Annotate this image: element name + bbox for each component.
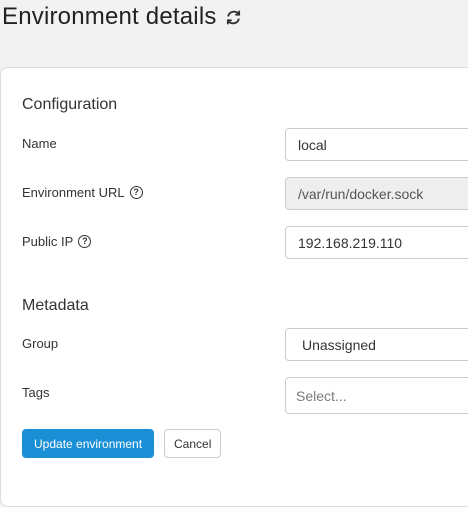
tags-select[interactable]: Select... — [285, 377, 468, 414]
group-select[interactable]: Unassigned — [285, 328, 468, 361]
environment-details-card: Configuration Name local Environment URL… — [0, 67, 468, 507]
environment-url-value: /var/run/docker.sock — [298, 185, 424, 202]
configuration-section-title: Configuration — [22, 96, 118, 113]
name-row: Name local — [22, 128, 468, 164]
group-value: Unassigned — [302, 336, 376, 353]
group-row: Group Unassigned — [22, 328, 468, 364]
name-label: Name — [22, 128, 57, 158]
public-ip-row: Public IP ? 192.168.219.110 — [22, 226, 468, 262]
group-label: Group — [22, 328, 58, 358]
refresh-icon[interactable] — [225, 8, 243, 26]
tags-label-text: Tags — [22, 384, 50, 400]
public-ip-label: Public IP ? — [22, 226, 92, 256]
cancel-button[interactable]: Cancel — [164, 429, 222, 458]
page-header: Environment details — [2, 0, 243, 34]
public-ip-value: 192.168.219.110 — [298, 234, 403, 251]
group-label-text: Group — [22, 335, 59, 351]
name-value: local — [298, 136, 327, 153]
tags-row: Tags Select... — [22, 377, 468, 414]
tags-placeholder: Select... — [296, 387, 347, 404]
public-ip-field[interactable]: 192.168.219.110 — [285, 226, 468, 259]
help-icon[interactable]: ? — [78, 234, 92, 248]
tags-label: Tags — [22, 377, 49, 407]
name-label-text: Name — [22, 135, 57, 151]
environment-url-label-text: Environment URL — [22, 184, 125, 200]
public-ip-label-text: Public IP — [22, 233, 74, 249]
environment-url-field: /var/run/docker.sock — [285, 177, 468, 210]
update-environment-button[interactable]: Update environment — [22, 429, 155, 458]
page-title: Environment details — [2, 3, 217, 30]
help-icon[interactable]: ? — [129, 185, 143, 199]
name-field[interactable]: local — [285, 128, 468, 161]
environment-url-label: Environment URL ? — [22, 177, 143, 207]
metadata-section-title: Metadata — [22, 297, 89, 314]
environment-url-row: Environment URL ? /var/run/docker.sock — [22, 177, 468, 213]
